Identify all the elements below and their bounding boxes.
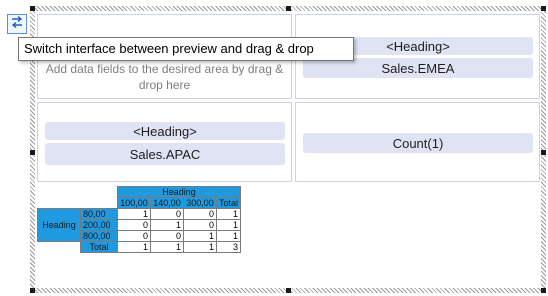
data-fields-panel[interactable]: Count(1) bbox=[295, 102, 540, 182]
field-sales-emea[interactable]: Sales.EMEA bbox=[303, 58, 533, 78]
column-label: 100,00 bbox=[117, 197, 151, 209]
pivot-cell: 0 bbox=[117, 219, 151, 231]
row-header: Heading bbox=[37, 208, 81, 242]
pivot-cell: 0 bbox=[183, 208, 217, 220]
pivot-cell: 1 bbox=[215, 230, 242, 242]
pivot-total-cell: 1 bbox=[150, 241, 184, 253]
pivot-corner bbox=[38, 187, 118, 198]
pivot-grid: Heading 100,00 140,00 300,00 Total Headi… bbox=[37, 186, 242, 253]
resize-handle-bottom-left[interactable] bbox=[30, 288, 35, 293]
resize-handle-top-left[interactable] bbox=[30, 6, 35, 11]
pivot-cell: 0 bbox=[117, 230, 151, 242]
resize-handle-bottom[interactable] bbox=[286, 288, 291, 293]
field-count[interactable]: Count(1) bbox=[303, 133, 533, 153]
pivot-cell: 1 bbox=[183, 230, 217, 242]
drop-area-hint: Add data fields to the desired area by d… bbox=[45, 62, 284, 92]
pivot-total-cell: 3 bbox=[215, 241, 242, 253]
resize-handle-top[interactable] bbox=[286, 6, 291, 11]
pivot-cell: 0 bbox=[150, 230, 184, 242]
resize-handle-top-right[interactable] bbox=[541, 6, 546, 11]
column-header: Heading bbox=[116, 186, 242, 198]
column-label: 300,00 bbox=[183, 197, 217, 209]
resize-handle-bottom-right[interactable] bbox=[541, 288, 546, 293]
pivot-total-cell: 1 bbox=[183, 241, 217, 253]
row-label: 800,00 bbox=[80, 230, 118, 242]
pivot-cell: 0 bbox=[183, 219, 217, 231]
row-label: 80,00 bbox=[80, 208, 118, 220]
row-label-total: Total bbox=[80, 241, 118, 253]
pivot-cell: 0 bbox=[150, 208, 184, 220]
column-label: Total bbox=[215, 197, 242, 209]
heading-field[interactable]: <Heading> bbox=[45, 122, 285, 140]
row-label: 200,00 bbox=[80, 219, 118, 231]
column-label: 140,00 bbox=[150, 197, 184, 209]
row-fields-panel[interactable]: <Heading> Sales.APAC bbox=[37, 102, 292, 182]
swap-arrows-icon bbox=[10, 15, 24, 34]
tooltip: Switch interface between preview and dra… bbox=[18, 37, 354, 61]
pivot-cell: 1 bbox=[117, 208, 151, 220]
switch-view-button[interactable] bbox=[7, 14, 27, 34]
pivot-total-cell: 1 bbox=[117, 241, 151, 253]
field-sales-apac[interactable]: Sales.APAC bbox=[45, 143, 285, 165]
pivot-cell: 1 bbox=[215, 219, 242, 231]
pivot-cell: 1 bbox=[215, 208, 242, 220]
pivot-corner bbox=[38, 198, 118, 209]
resize-handle-right[interactable] bbox=[541, 150, 546, 155]
resize-handle-left[interactable] bbox=[30, 150, 35, 155]
pivot-cell: 1 bbox=[150, 219, 184, 231]
pivot-corner bbox=[38, 242, 81, 253]
